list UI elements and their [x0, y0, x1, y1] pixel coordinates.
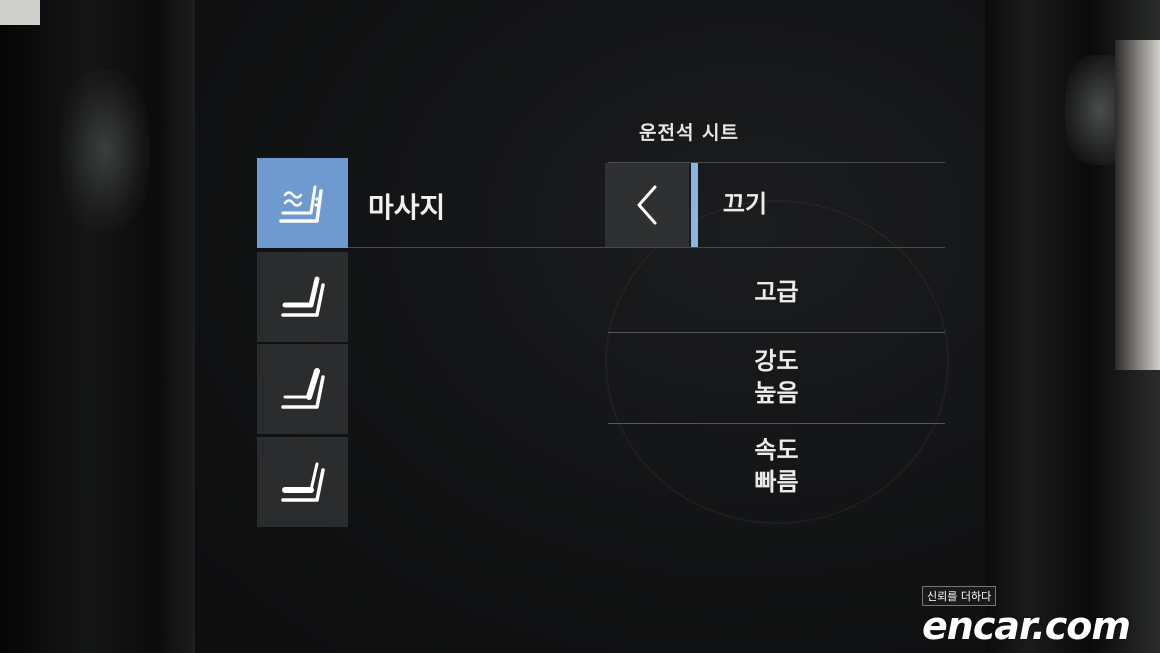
option-intensity-value: 높음 [754, 379, 799, 407]
display-bezel-left [0, 0, 195, 653]
seat-backrest-tile[interactable] [257, 344, 348, 434]
massage-seat-tile[interactable] [257, 158, 348, 248]
massage-seat-icon [278, 185, 323, 223]
bezel-glare [0, 0, 40, 25]
option-off[interactable]: 끄기 [545, 188, 945, 220]
massage-label: 마사지 [368, 191, 446, 224]
option-intensity[interactable]: 강도 높음 [608, 345, 945, 409]
option-intensity-label: 강도 [754, 347, 799, 375]
option-divider [608, 332, 945, 333]
option-speed-value: 빠름 [754, 468, 799, 496]
option-speed[interactable]: 속도 빠름 [608, 434, 945, 498]
seat-backrest-icon [280, 368, 325, 409]
option-speed-label: 속도 [754, 436, 799, 464]
bezel-reflection [60, 70, 150, 230]
row-divider [348, 247, 945, 248]
display-bezel-right [985, 0, 1160, 653]
seat-cushion-icon [280, 276, 325, 317]
option-off-label: 끄기 [722, 190, 768, 218]
page-title: 운전석 시트 [639, 122, 740, 144]
option-premium-label: 고급 [754, 278, 799, 306]
watermark: 신뢰를 더하다 encar.com [922, 585, 1131, 648]
option-divider [608, 423, 945, 424]
seat-heat-tile[interactable] [257, 437, 348, 527]
seat-cushion-tile[interactable] [257, 252, 348, 342]
bezel-edge [1115, 40, 1160, 370]
watermark-tagline: 신뢰를 더하다 [922, 586, 997, 606]
watermark-logo: encar.com [922, 604, 1131, 648]
seat-heat-icon [280, 462, 325, 502]
infotainment-screen: 운전석 시트 마사지 끄기 고급 강도 높음 속도 빠름 [195, 0, 985, 653]
option-premium[interactable]: 고급 [608, 276, 945, 308]
